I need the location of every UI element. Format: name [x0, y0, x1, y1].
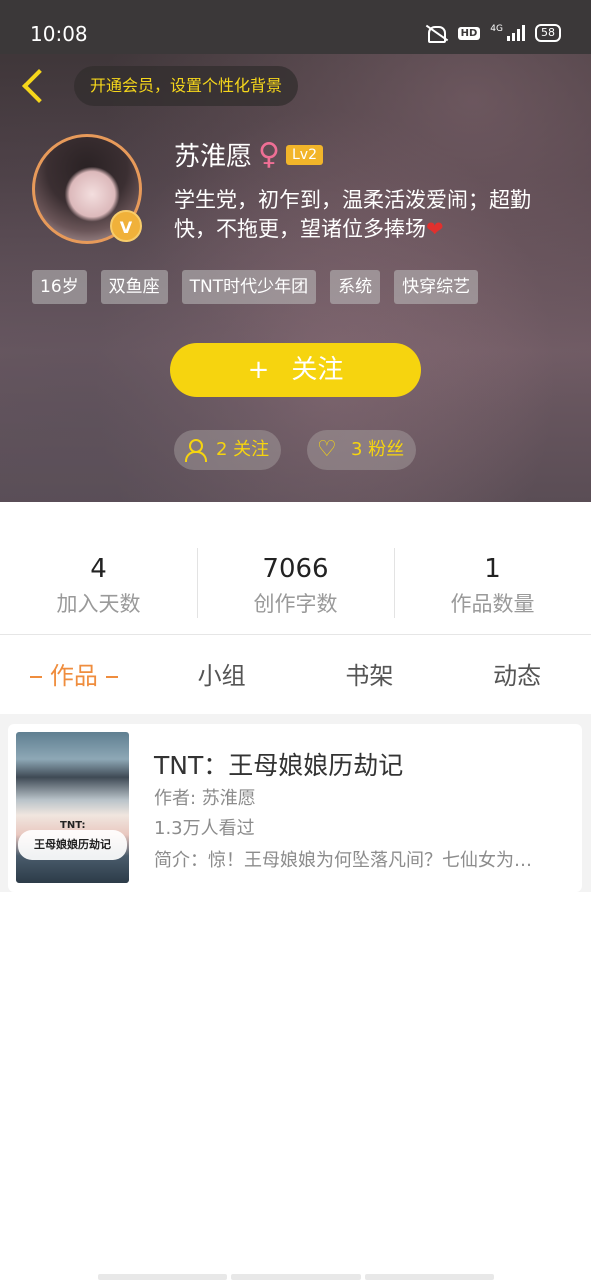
divider — [0, 634, 591, 635]
female-icon: ♀ — [258, 136, 280, 172]
follow-label: 关注 — [291, 355, 344, 385]
tag-age: 16岁 — [32, 270, 87, 304]
book-cover: TNT: 王母娘娘历劫记 — [16, 732, 129, 883]
name-row: 苏淮愿 ♀ Lv2 — [174, 136, 323, 173]
tab-label: 书架 — [345, 662, 394, 690]
fans-button[interactable]: ♡ 3 粉丝 — [307, 430, 417, 470]
plus-icon: + — [247, 355, 270, 385]
tab-bar: 作品 小组 书架 动态 — [0, 636, 591, 714]
book-title: TNT：王母娘娘历劫记 — [154, 751, 404, 780]
stat-label: 作品数量 — [450, 592, 535, 616]
following-button[interactable]: 2 关注 — [174, 430, 282, 470]
stat-value: 4 — [90, 554, 107, 584]
indicator-segment — [231, 1274, 361, 1280]
stat-label: 加入天数 — [56, 592, 141, 616]
bio: 学生党，初乍到，温柔活泼爱闹；超勤快，不拖更，望诸位多捧场❤ — [174, 186, 566, 244]
home-indicator — [98, 1274, 494, 1280]
book-intro: 简介：惊！王母娘娘为何坠落凡间？七仙女为… — [154, 850, 532, 871]
book-author: 作者: 苏淮愿 — [154, 788, 256, 809]
tab-groups[interactable]: 小组 — [148, 636, 296, 714]
bio-text: 学生党，初乍到，温柔活泼爱闹；超勤快，不拖更，望诸位多捧场 — [174, 188, 531, 241]
person-add-icon — [184, 438, 208, 462]
network-type-label: 4G — [490, 24, 503, 34]
stat-days: 4 加入天数 — [0, 540, 197, 630]
tag-fandom: TNT时代少年团 — [181, 270, 317, 304]
follow-button[interactable]: + 关注 — [170, 343, 421, 397]
status-icons: HD 4G 58 — [424, 24, 561, 43]
signal-icon — [507, 25, 525, 41]
stats-row: 4 加入天数 7066 创作字数 1 作品数量 — [0, 540, 591, 630]
cover-caption: 王母娘娘历劫记 — [18, 830, 127, 860]
tab-label: 作品 — [49, 662, 98, 690]
tag-genre: 快穿综艺 — [394, 270, 479, 304]
fans-label: 3 粉丝 — [351, 439, 405, 460]
stat-value: 7066 — [262, 554, 329, 584]
tab-bookshelf[interactable]: 书架 — [296, 636, 444, 714]
tag-system: 系统 — [330, 270, 381, 304]
indicator-segment — [98, 1274, 228, 1280]
book-views: 1.3万人看过 — [154, 818, 255, 839]
avatar[interactable]: V — [32, 134, 142, 244]
tab-indicator-right — [105, 676, 118, 678]
stat-value: 1 — [484, 554, 501, 584]
status-time: 10:08 — [30, 22, 88, 46]
tab-works[interactable]: 作品 — [0, 636, 148, 714]
heart-outline-icon: ♡ — [317, 437, 337, 462]
battery-icon: 58 — [535, 24, 561, 42]
level-badge: Lv2 — [286, 144, 323, 165]
hd-icon: HD — [457, 26, 481, 40]
mute-icon — [424, 24, 448, 43]
tab-indicator-left — [29, 676, 42, 678]
following-label: 2 关注 — [216, 439, 270, 460]
stat-works: 1 作品数量 — [394, 540, 591, 630]
indicator-segment — [364, 1274, 494, 1280]
tag-zodiac: 双鱼座 — [100, 270, 168, 304]
status-bar: 10:08 HD 4G 58 — [0, 0, 591, 54]
tab-label: 动态 — [493, 662, 542, 690]
vip-background-button[interactable]: 开通会员，设置个性化背景 — [74, 66, 299, 106]
tag-list: 16岁 双鱼座 TNT时代少年团 系统 快穿综艺 — [32, 270, 479, 304]
back-icon[interactable] — [18, 66, 48, 106]
verified-icon: V — [110, 210, 142, 242]
tab-activity[interactable]: 动态 — [443, 636, 591, 714]
tab-label: 小组 — [197, 662, 246, 690]
stat-words: 7066 创作字数 — [197, 540, 394, 630]
username: 苏淮愿 — [174, 142, 253, 172]
stat-label: 创作字数 — [253, 592, 338, 616]
heart-icon: ❤ — [426, 217, 444, 241]
work-card[interactable]: TNT: 王母娘娘历劫记 TNT：王母娘娘历劫记 作者: 苏淮愿 1.3万人看过… — [8, 724, 582, 892]
